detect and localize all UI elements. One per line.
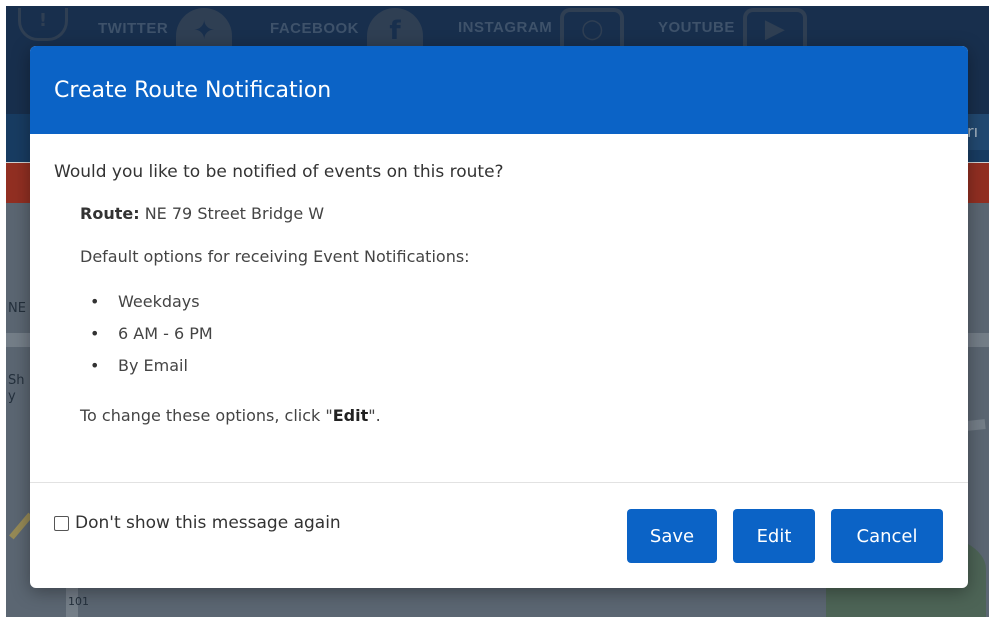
change-hint-prefix: To change these options, click "	[80, 406, 333, 425]
cancel-button[interactable]: Cancel	[831, 509, 943, 563]
route-label: Route:	[80, 204, 140, 223]
dialog-title: Create Route Notification	[54, 77, 332, 103]
dialog-body: Would you like to be notified of events …	[30, 134, 968, 425]
default-options-list: Weekdays 6 AM - 6 PM By Email	[80, 286, 944, 382]
save-button[interactable]: Save	[627, 509, 717, 563]
option-time-range: 6 AM - 6 PM	[90, 318, 944, 350]
route-details: Route: NE 79 Street Bridge W Default opt…	[54, 204, 944, 425]
route-notification-dialog: Create Route Notification Would you like…	[30, 46, 968, 588]
dont-show-again-option[interactable]: Don't show this message again	[54, 513, 341, 533]
route-line: Route: NE 79 Street Bridge W	[80, 204, 944, 223]
notification-question: Would you like to be notified of events …	[54, 162, 504, 182]
dont-show-again-checkbox[interactable]	[54, 515, 69, 531]
dialog-footer: Don't show this message again Save Edit …	[30, 482, 968, 588]
change-hint-edit: Edit	[332, 406, 369, 425]
route-value: NE 79 Street Bridge W	[144, 204, 325, 223]
default-options-text: Default options for receiving Event Noti…	[80, 247, 470, 266]
change-hint-suffix: ".	[368, 406, 381, 425]
dialog-header: Create Route Notification	[30, 46, 968, 134]
change-options-hint: To change these options, click "Edit".	[80, 406, 944, 425]
option-email: By Email	[90, 350, 944, 382]
option-weekdays: Weekdays	[90, 286, 944, 318]
dont-show-again-label: Don't show this message again	[75, 513, 341, 533]
edit-button[interactable]: Edit	[733, 509, 815, 563]
